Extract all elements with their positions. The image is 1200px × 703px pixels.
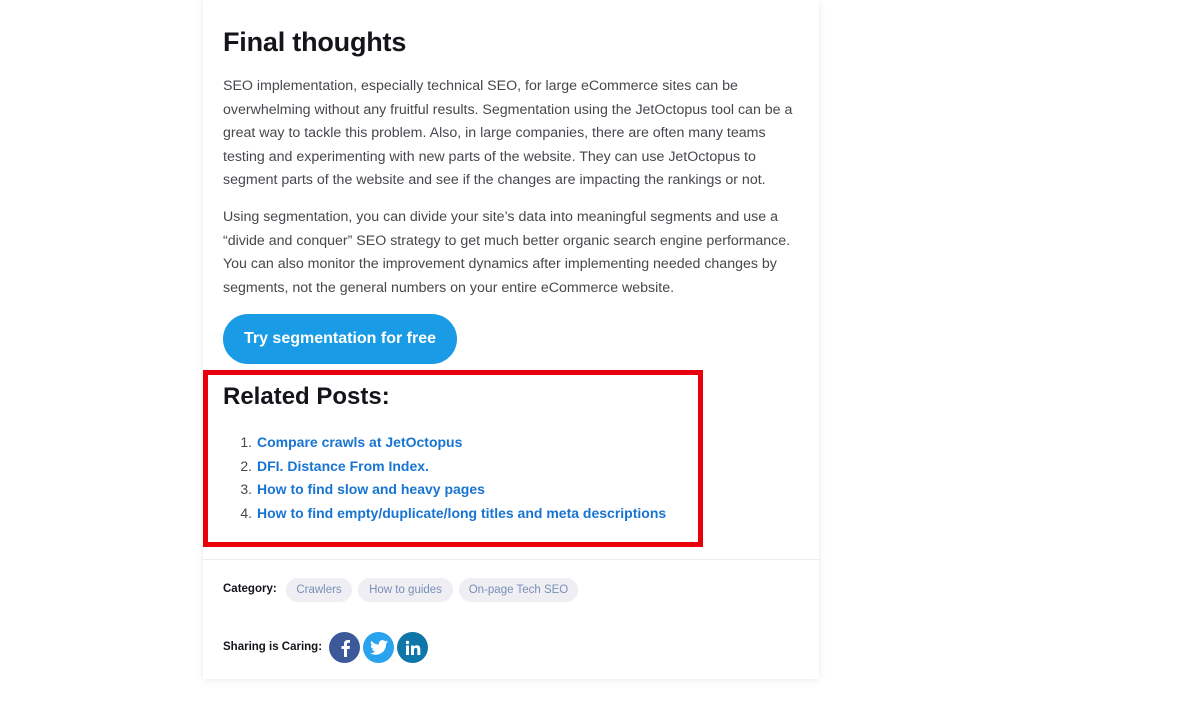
article-paragraph: Using segmentation, you can divide your … bbox=[223, 209, 791, 296]
category-tag[interactable]: How to guides bbox=[358, 578, 453, 602]
category-label: Category: bbox=[223, 583, 277, 595]
related-post-item: 1. Compare crawls at JetOctopus bbox=[223, 431, 666, 455]
related-posts-list: 1. Compare crawls at JetOctopus 2. DFI. … bbox=[223, 431, 666, 526]
facebook-icon bbox=[341, 639, 350, 657]
list-number: 2. bbox=[240, 457, 252, 474]
divider bbox=[203, 559, 819, 560]
linkedin-icon bbox=[405, 640, 420, 655]
category-tag[interactable]: On-page Tech SEO bbox=[459, 578, 578, 602]
linkedin-share-button[interactable] bbox=[397, 632, 428, 663]
sharing-label: Sharing is Caring: bbox=[223, 641, 323, 653]
related-post-link[interactable]: How to find slow and heavy pages bbox=[257, 478, 485, 502]
article-paragraph: SEO implementation, especially technical… bbox=[223, 78, 793, 189]
related-post-item: 3. How to find slow and heavy pages bbox=[223, 478, 666, 502]
list-number: 3. bbox=[240, 481, 252, 498]
list-number: 4. bbox=[240, 505, 252, 522]
section-heading-final-thoughts: Final thoughts bbox=[223, 27, 407, 57]
article-card: Final thoughts SEO implementation, espec… bbox=[203, 0, 819, 679]
facebook-share-button[interactable] bbox=[329, 632, 360, 663]
list-number: 1. bbox=[240, 434, 252, 450]
category-tag[interactable]: Crawlers bbox=[286, 578, 352, 602]
related-post-link[interactable]: How to find empty/duplicate/long titles … bbox=[257, 502, 666, 526]
twitter-share-button[interactable] bbox=[363, 632, 394, 663]
related-post-item: 2. DFI. Distance From Index. bbox=[223, 455, 666, 479]
related-post-item: 4. How to find empty/duplicate/long titl… bbox=[223, 502, 666, 526]
related-post-link[interactable]: DFI. Distance From Index. bbox=[257, 455, 429, 479]
try-segmentation-button[interactable]: Try segmentation for free bbox=[223, 314, 457, 364]
related-posts-heading: Related Posts: bbox=[223, 383, 390, 410]
page: Final thoughts SEO implementation, espec… bbox=[0, 0, 1200, 703]
related-post-link[interactable]: Compare crawls at JetOctopus bbox=[257, 431, 462, 455]
twitter-icon bbox=[369, 640, 388, 655]
